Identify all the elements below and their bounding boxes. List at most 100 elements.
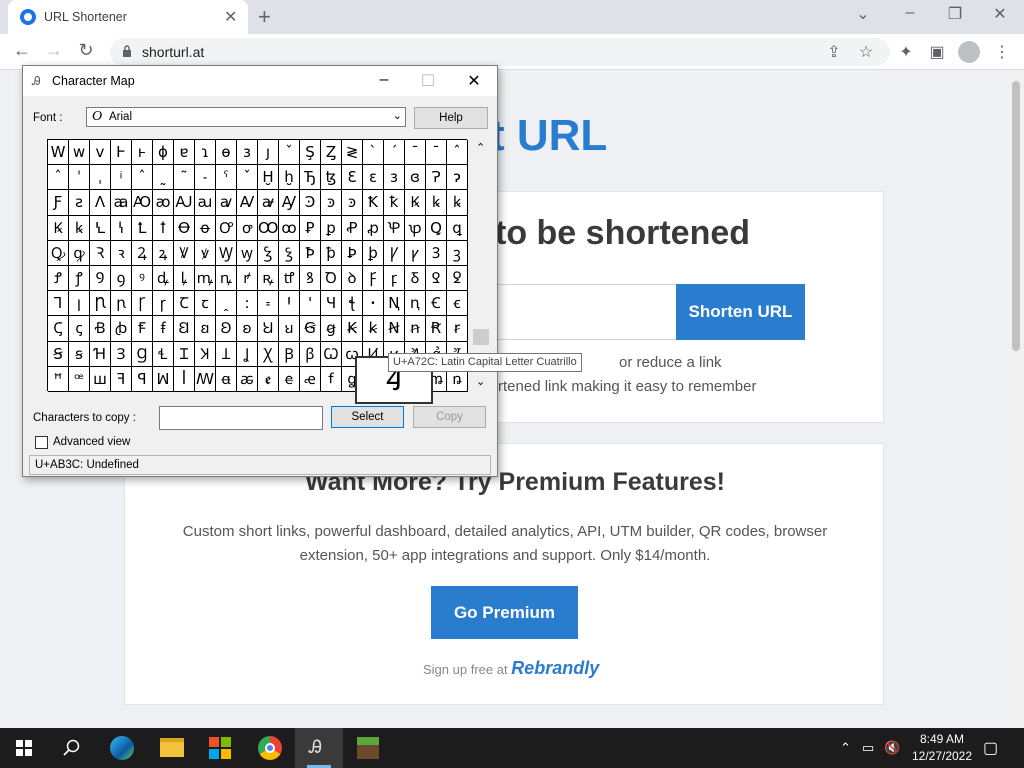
character-cell[interactable]: Ʞ [195, 341, 216, 367]
character-cell[interactable]: ꞉ [237, 291, 258, 317]
character-cell[interactable]: Ꞌ [279, 291, 300, 317]
character-cell[interactable]: ꞇ [195, 291, 216, 317]
character-cell[interactable]: ꝫ [447, 240, 468, 266]
character-cell[interactable]: ꝭ [69, 265, 90, 292]
browser-tab[interactable]: URL Shortener ✕ [8, 0, 248, 34]
address-bar[interactable]: shorturl.at [110, 38, 890, 66]
character-cell[interactable]: Ꝝ [132, 240, 153, 266]
character-cell[interactable]: ꝼ [384, 265, 405, 292]
character-cell[interactable]: Ꝕ [384, 215, 405, 241]
character-cell[interactable]: ꞊ [258, 291, 279, 317]
character-cell[interactable]: ꬳ [279, 366, 300, 392]
character-cell[interactable]: ˈ [69, 165, 90, 191]
character-cell[interactable]: Ꝏ [258, 215, 279, 241]
character-cell[interactable]: ꞅ [153, 291, 174, 317]
character-cell[interactable]: ꝃ [69, 215, 90, 241]
character-cell[interactable]: Ꞷ [321, 341, 342, 367]
character-cell[interactable]: Ꞵ [279, 341, 300, 367]
character-cell[interactable]: ꟻ [111, 366, 132, 392]
character-cell[interactable]: ˆ [48, 165, 69, 191]
character-cell[interactable]: ꞥ [405, 316, 426, 342]
character-cell[interactable]: Ꝇ [90, 215, 111, 241]
character-cell[interactable]: ꟽ [153, 366, 174, 392]
character-cell[interactable]: ≷ [342, 140, 363, 166]
character-cell[interactable]: ˁ [216, 165, 237, 191]
character-cell[interactable]: Ꝓ [342, 215, 363, 241]
character-cell[interactable]: ꜿ [321, 190, 342, 216]
character-cell[interactable]: ꜷ [195, 190, 216, 216]
character-cell[interactable]: ꝱ [153, 265, 174, 292]
character-cell[interactable]: ꬲ [258, 366, 279, 392]
character-cell[interactable]: ꞏ [363, 291, 384, 317]
rebrandly-link[interactable]: Rebrandly [511, 658, 599, 678]
character-cell[interactable]: ƨ [69, 190, 90, 216]
character-cell[interactable]: ɿ [195, 140, 216, 166]
character-cell[interactable]: ˇ [237, 165, 258, 191]
character-cell[interactable]: ꟸ [48, 366, 69, 392]
character-cell[interactable]: Ꝁ [363, 190, 384, 216]
character-cell[interactable]: Ƒ [48, 190, 69, 216]
minecraft-taskbar-button[interactable] [344, 728, 392, 768]
restore-icon[interactable]: ❐ [940, 4, 970, 24]
character-cell[interactable]: ɞ [405, 165, 426, 191]
menu-kebab-icon[interactable]: ⋮ [992, 42, 1012, 62]
character-cell[interactable]: W [48, 140, 69, 166]
character-cell[interactable]: ɵ [216, 140, 237, 166]
character-cell[interactable]: Ꞔ [48, 316, 69, 342]
character-cell[interactable]: ꟹ [69, 366, 90, 392]
scroll-down-icon[interactable]: ⌄ [476, 375, 485, 388]
character-cell[interactable]: ꜻ [258, 190, 279, 216]
network-icon[interactable]: ▭ [862, 740, 874, 756]
character-cell[interactable]: Ɦ [90, 341, 111, 367]
character-cell[interactable]: Ꞑ [384, 291, 405, 317]
character-cell[interactable]: Ɥ [321, 291, 342, 317]
character-cell[interactable]: ꞙ [153, 316, 174, 342]
character-cell[interactable]: ꝩ [405, 240, 426, 266]
character-cell[interactable]: Ꝡ [216, 240, 237, 266]
character-cell[interactable]: ꞝ [237, 316, 258, 342]
character-cell[interactable]: ꟺ [90, 366, 111, 392]
character-cell[interactable]: Ꝃ [48, 215, 69, 241]
show-hidden-icons-chevron-icon[interactable]: ⌃ [840, 740, 851, 756]
character-cell[interactable]: ˋ [363, 140, 384, 166]
character-cell[interactable]: ˜ [174, 165, 195, 191]
character-cell[interactable]: Ꝑ [300, 215, 321, 241]
character-cell[interactable]: ꬵ [321, 366, 342, 392]
character-cell[interactable]: ꞟ [279, 316, 300, 342]
character-cell[interactable]: ꝃ [426, 190, 447, 216]
charmap-titlebar[interactable]: Ꭿ Character Map – ☐ ✕ [23, 66, 497, 96]
character-cell[interactable]: Ꝿ [426, 265, 447, 292]
character-cell[interactable]: ꟿ [195, 366, 216, 392]
character-cell[interactable]: ꟾ [174, 366, 195, 392]
character-cell[interactable]: Ꝉ [132, 215, 153, 241]
character-cell[interactable]: ɂ [447, 165, 468, 191]
character-cell[interactable]: ɜ [384, 165, 405, 191]
character-cell[interactable]: ꝣ [279, 240, 300, 266]
character-cell[interactable]: ꬱ [237, 366, 258, 392]
character-cell[interactable]: Ꞣ [342, 316, 363, 342]
character-cell[interactable]: ꝸ [300, 265, 321, 292]
shorten-url-button[interactable]: Shorten URL [676, 284, 805, 340]
character-cell[interactable]: ꞡ [321, 316, 342, 342]
character-cell[interactable]: ꞧ [447, 316, 468, 342]
character-cell[interactable]: Ʝ [237, 341, 258, 367]
character-cell[interactable]: Ꞝ [216, 316, 237, 342]
character-cell[interactable]: Ꝩ [384, 240, 405, 266]
close-window-icon[interactable]: ✕ [985, 4, 1015, 24]
character-cell[interactable]: Ɡ [132, 341, 153, 367]
character-cell[interactable]: ꞗ [111, 316, 132, 342]
character-cell[interactable]: Ɬ [153, 341, 174, 367]
bookmark-star-icon[interactable]: ☆ [856, 42, 876, 62]
help-button[interactable]: Help [414, 107, 488, 129]
search-button[interactable] [48, 728, 96, 768]
character-cell[interactable]: Ȥ [321, 140, 342, 166]
go-premium-button[interactable]: Go Premium [431, 586, 578, 639]
character-cell[interactable]: ꜵ [153, 190, 174, 216]
character-cell[interactable]: ꞎ [342, 291, 363, 317]
character-cell[interactable]: ꞓ [447, 291, 468, 317]
character-cell[interactable]: Ꝼ [363, 265, 384, 292]
new-tab-icon[interactable]: + [258, 4, 271, 30]
start-button[interactable] [0, 728, 48, 768]
grid-scroll-thumb[interactable] [473, 329, 489, 345]
character-cell[interactable]: ꞃ [111, 291, 132, 317]
